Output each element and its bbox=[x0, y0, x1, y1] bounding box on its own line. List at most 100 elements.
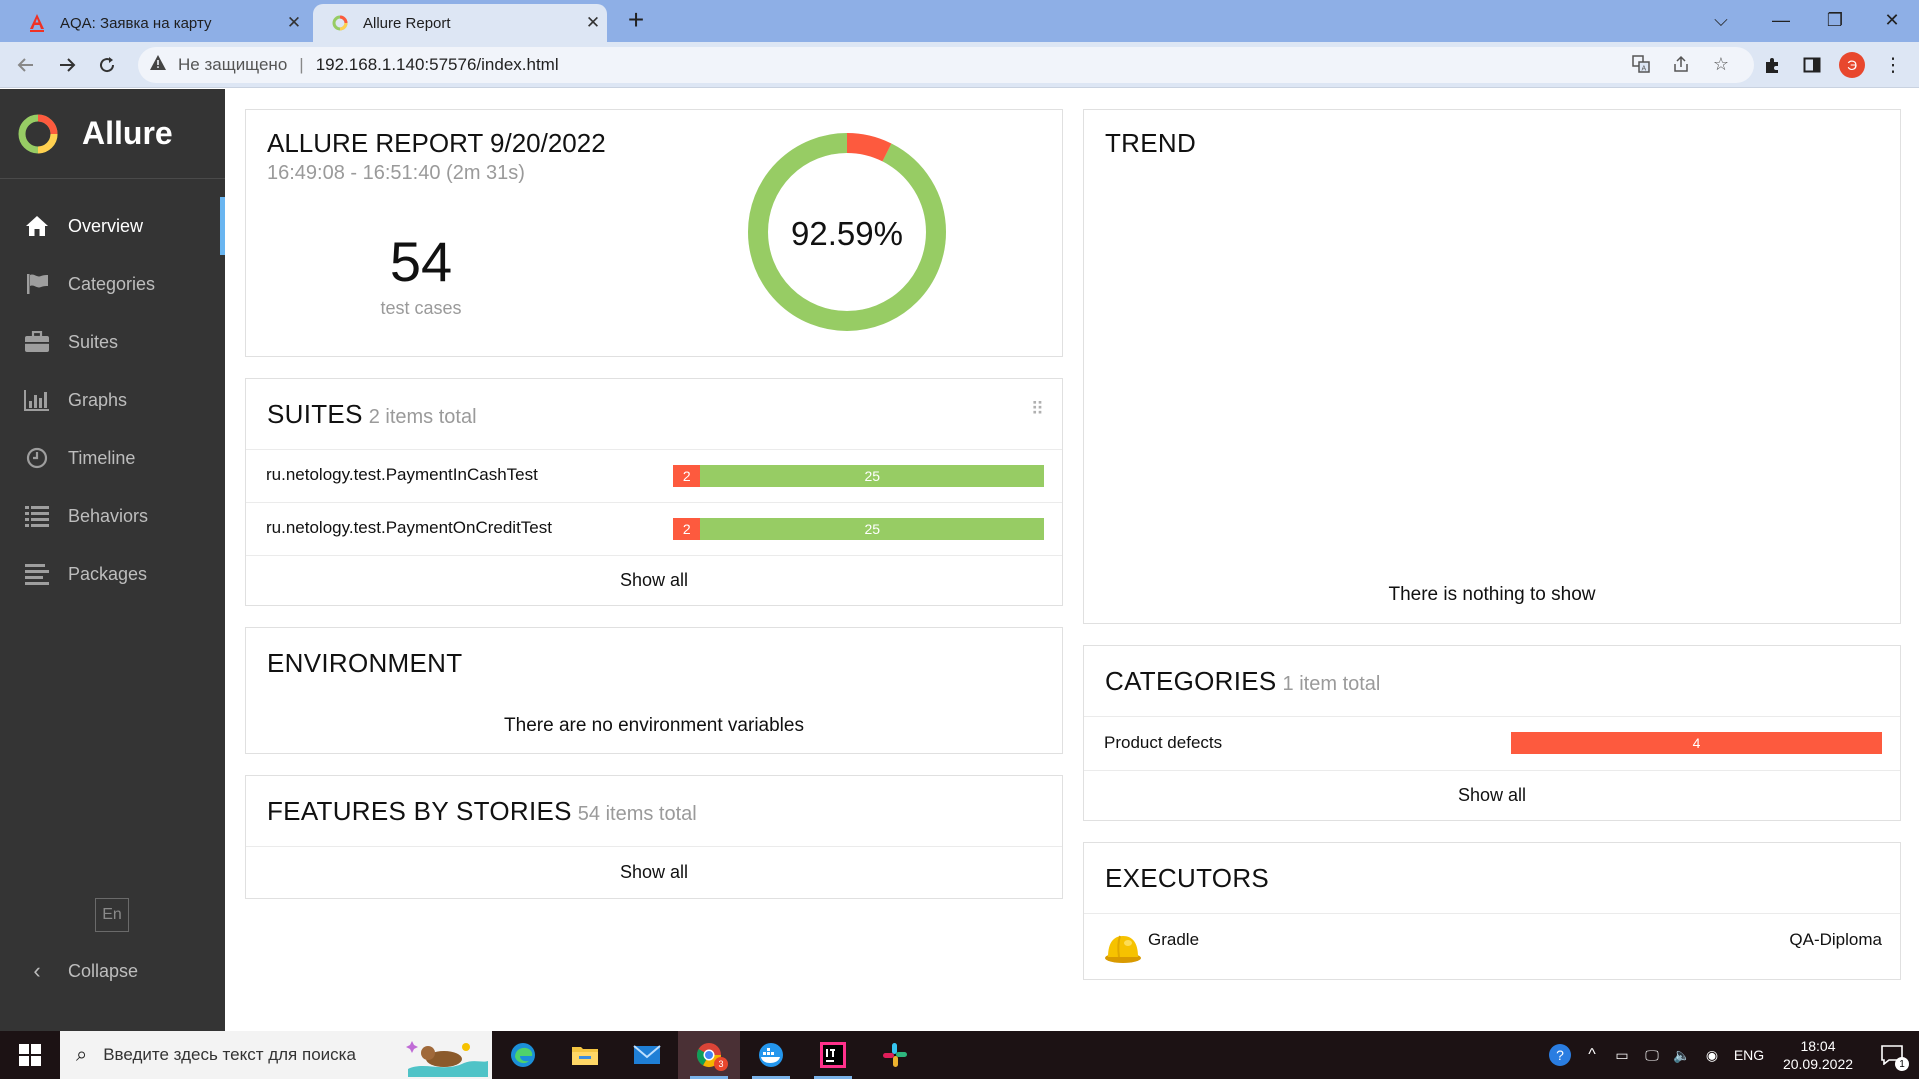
restore-button[interactable]: ❐ bbox=[1808, 0, 1862, 40]
categories-widget: CATEGORIES 1 item total Product defects 4… bbox=[1083, 645, 1901, 821]
suites-title: SUITES bbox=[267, 399, 363, 429]
sidebar-item-graphs[interactable]: Graphs bbox=[0, 371, 225, 429]
taskbar-search-placeholder: Введите здесь текст для поиска bbox=[103, 1045, 356, 1064]
battery-icon[interactable]: ▭ bbox=[1607, 1047, 1637, 1064]
close-window-button[interactable]: ✕ bbox=[1865, 0, 1919, 40]
notification-count: 1 bbox=[1895, 1057, 1909, 1071]
minimize-button[interactable]: — bbox=[1754, 0, 1808, 40]
category-row[interactable]: Product defects 4 bbox=[1084, 716, 1900, 770]
browser-tab-allure[interactable]: Allure Report ✕ bbox=[313, 4, 607, 42]
sidebar-item-overview[interactable]: Overview bbox=[0, 197, 225, 255]
features-widget: FEATURES BY STORIES 54 items total Show a… bbox=[245, 775, 1063, 899]
sidebar-nav: Overview Categories Suites Graphs Timeli… bbox=[0, 197, 225, 603]
executors-widget: EXECUTORS Gradle QA-Diploma bbox=[1083, 842, 1901, 980]
intellij-taskbar-icon[interactable] bbox=[802, 1031, 864, 1079]
flag-icon bbox=[23, 273, 51, 295]
brand-name: Allure bbox=[82, 115, 173, 151]
chrome-taskbar-icon[interactable]: 3 bbox=[678, 1031, 740, 1079]
features-subtitle: 54 items total bbox=[577, 803, 697, 825]
sidebar-item-label: Timeline bbox=[68, 447, 136, 468]
summary-widget: ALLURE REPORT 9/20/2022 16:49:08 - 16:51… bbox=[245, 109, 1063, 357]
forward-button[interactable] bbox=[51, 49, 83, 81]
brand[interactable]: Allure bbox=[0, 89, 225, 179]
drag-handle-icon[interactable]: ⠿ bbox=[1031, 399, 1044, 420]
suites-subtitle: 2 items total bbox=[368, 406, 477, 428]
tray-overflow-chevron-icon[interactable]: ^ bbox=[1577, 1046, 1607, 1064]
volume-icon[interactable]: 🔈 bbox=[1667, 1047, 1697, 1064]
tab-title: AQA: Заявка на карту bbox=[60, 14, 212, 32]
failed-segment: 2 bbox=[673, 465, 701, 487]
sidebar-item-categories[interactable]: Categories bbox=[0, 255, 225, 313]
executor-row[interactable]: Gradle QA-Diploma bbox=[1084, 913, 1900, 980]
collapse-button[interactable]: ‹ Collapse bbox=[0, 949, 225, 993]
clock[interactable]: 18:04 20.09.2022 bbox=[1771, 1037, 1865, 1073]
sidebar-item-timeline[interactable]: Timeline bbox=[0, 429, 225, 487]
side-panel-icon[interactable] bbox=[1797, 50, 1827, 80]
warning-icon[interactable] bbox=[150, 55, 166, 75]
executor-name: Gradle bbox=[1148, 930, 1200, 949]
tab-title: Allure Report bbox=[363, 14, 451, 32]
home-icon bbox=[23, 215, 51, 237]
suite-status-bar: 2 25 bbox=[673, 465, 1044, 487]
share-icon[interactable] bbox=[1668, 51, 1694, 77]
align-left-icon bbox=[23, 563, 51, 585]
windows-logo-icon bbox=[19, 1044, 41, 1066]
profile-avatar[interactable]: Э bbox=[1837, 50, 1867, 80]
input-language[interactable]: ENG bbox=[1727, 1047, 1771, 1063]
bookmark-star-icon[interactable]: ☆ bbox=[1708, 51, 1734, 77]
camera-icon[interactable]: ◉ bbox=[1697, 1047, 1727, 1064]
suite-name: ru.netology.test.PaymentInCashTest bbox=[266, 465, 538, 484]
notification-center-icon[interactable]: 1 bbox=[1865, 1045, 1919, 1071]
language-switcher[interactable]: En bbox=[95, 898, 129, 932]
report-time-range: 16:49:08 - 16:51:40 (2m 31s) bbox=[267, 162, 525, 184]
suite-status-bar: 2 25 bbox=[673, 518, 1044, 540]
sidebar-item-label: Packages bbox=[68, 563, 148, 584]
file-explorer-taskbar-icon[interactable] bbox=[554, 1031, 616, 1079]
sidebar-item-packages[interactable]: Packages bbox=[0, 545, 225, 603]
close-tab-icon[interactable]: ✕ bbox=[579, 13, 607, 33]
browser-tab-aqa[interactable]: AQA: Заявка на карту ✕ bbox=[10, 4, 308, 42]
slack-taskbar-icon[interactable] bbox=[864, 1031, 926, 1079]
new-tab-button[interactable]: + bbox=[622, 6, 650, 36]
clock-time: 18:04 bbox=[1800, 1038, 1836, 1054]
extensions-puzzle-icon[interactable] bbox=[1757, 50, 1787, 80]
test-count-label: test cases bbox=[380, 298, 462, 318]
executor-build-link[interactable]: QA-Diploma bbox=[1789, 930, 1882, 950]
features-show-all-link[interactable]: Show all bbox=[246, 862, 1062, 883]
network-icon[interactable]: 🖵 bbox=[1637, 1047, 1667, 1064]
bar-chart-icon bbox=[23, 389, 51, 411]
features-show-all-row: Show all bbox=[246, 846, 1062, 899]
help-icon[interactable]: ? bbox=[1543, 1043, 1577, 1067]
mail-taskbar-icon[interactable] bbox=[616, 1031, 678, 1079]
sidebar-item-behaviors[interactable]: Behaviors bbox=[0, 487, 225, 545]
browser-menu-icon[interactable]: ⋮ bbox=[1878, 50, 1908, 80]
passed-segment: 25 bbox=[700, 518, 1044, 540]
edge-taskbar-icon[interactable] bbox=[492, 1031, 554, 1079]
tab-search-icon[interactable]: ⌵ bbox=[1694, 0, 1748, 40]
system-tray: ? ^ ▭ 🖵 🔈 ◉ ENG 18:04 20.09.2022 1 bbox=[1543, 1031, 1919, 1079]
suites-show-all-link[interactable]: Show all bbox=[246, 570, 1062, 591]
failed-segment: 2 bbox=[673, 518, 701, 540]
environment-empty-text: There are no environment variables bbox=[504, 715, 804, 736]
svg-text:?: ? bbox=[1556, 1047, 1564, 1063]
translate-icon[interactable]: A bbox=[1628, 51, 1654, 77]
taskbar-search-box[interactable]: ⌕ Введите здесь текст для поиска bbox=[60, 1031, 492, 1079]
docker-taskbar-icon[interactable] bbox=[740, 1031, 802, 1079]
executors-title: EXECUTORS bbox=[1105, 863, 1270, 893]
categories-show-all-link[interactable]: Show all bbox=[1084, 785, 1900, 806]
reload-button[interactable] bbox=[91, 49, 123, 81]
address-bar[interactable]: Не защищено | 192.168.1.140:57576/index.… bbox=[138, 47, 1754, 83]
list-icon bbox=[23, 505, 51, 527]
success-rate-donut: 92.59% bbox=[748, 133, 946, 331]
sidebar-item-label: Overview bbox=[68, 215, 144, 236]
features-title: FEATURES BY STORIES bbox=[267, 796, 572, 826]
search-icon: ⌕ bbox=[76, 1043, 88, 1066]
clock-icon bbox=[23, 447, 51, 469]
start-button[interactable] bbox=[0, 1031, 60, 1079]
back-button[interactable] bbox=[10, 49, 42, 81]
sidebar-item-suites[interactable]: Suites bbox=[0, 313, 225, 371]
close-tab-icon[interactable]: ✕ bbox=[280, 13, 308, 33]
suite-row[interactable]: ru.netology.test.PaymentInCashTest 2 25 bbox=[246, 449, 1062, 502]
categories-header: CATEGORIES 1 item total bbox=[1105, 666, 1380, 697]
suite-row[interactable]: ru.netology.test.PaymentOnCreditTest 2 2… bbox=[246, 502, 1062, 555]
